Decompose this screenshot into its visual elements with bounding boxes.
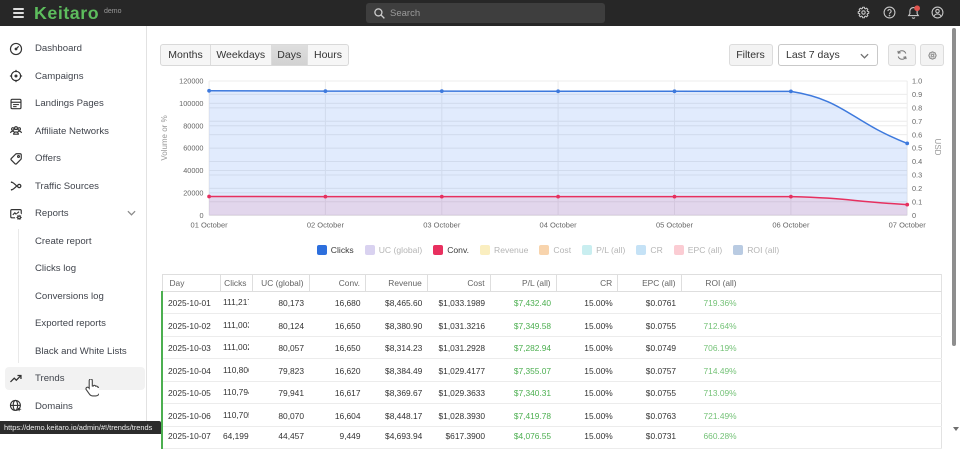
svg-text:0.4: 0.4 [912,157,922,166]
svg-text:0.1: 0.1 [912,197,922,206]
svg-text:06 October: 06 October [772,221,810,230]
svg-text:02 October: 02 October [307,221,345,230]
svg-text:0: 0 [199,211,203,220]
svg-text:0.2: 0.2 [912,184,922,193]
svg-text:0: 0 [912,211,916,220]
svg-text:0.6: 0.6 [912,130,922,139]
svg-text:01 October: 01 October [191,221,229,230]
svg-text:60000: 60000 [183,144,203,153]
svg-text:05 October: 05 October [656,221,694,230]
svg-text:0.3: 0.3 [912,171,922,180]
svg-text:20000: 20000 [183,188,203,197]
svg-text:0.8: 0.8 [912,103,922,112]
svg-text:1.0: 1.0 [912,77,922,86]
svg-text:04 October: 04 October [540,221,578,230]
svg-text:0.7: 0.7 [912,117,922,126]
svg-text:0.5: 0.5 [912,144,922,153]
svg-text:100000: 100000 [179,99,203,108]
svg-text:0.9: 0.9 [912,90,922,99]
svg-text:Volume or %: Volume or % [160,115,169,160]
svg-text:USD: USD [933,139,942,156]
svg-text:07 October: 07 October [889,221,927,230]
svg-text:40000: 40000 [183,166,203,175]
svg-text:80000: 80000 [183,121,203,130]
svg-text:120000: 120000 [179,77,203,86]
svg-text:03 October: 03 October [423,221,461,230]
